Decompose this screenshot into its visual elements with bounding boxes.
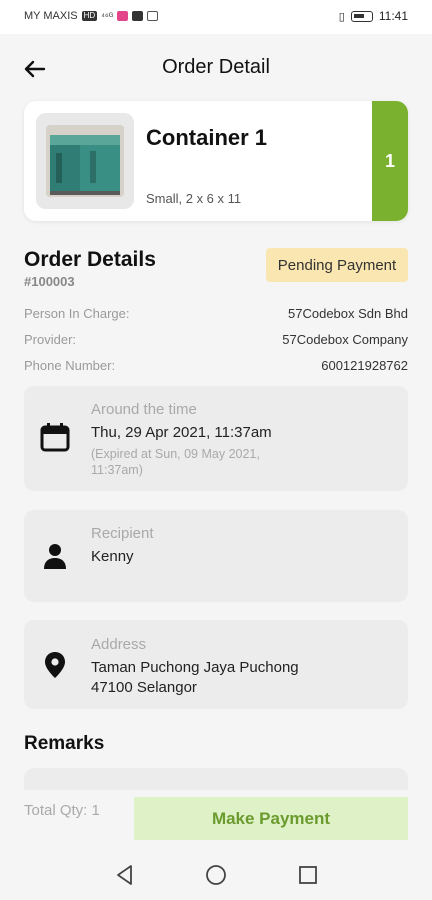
- address-box: Address Taman Puchong Jaya Puchong 47100…: [24, 620, 408, 709]
- battery-icon: [350, 10, 373, 22]
- signal-indicator: ⁴⁶ᴳ: [101, 11, 114, 21]
- person-in-charge-label: Person In Charge:: [24, 306, 130, 321]
- app-notification-icon: [117, 11, 129, 21]
- location-pin-icon: [40, 650, 70, 680]
- address-label: Address: [91, 636, 147, 653]
- hd-badge: HD: [81, 11, 98, 21]
- vibrate-icon: ▯: [338, 10, 345, 23]
- product-image: [36, 113, 134, 209]
- status-right: ▯ 11:41: [339, 9, 408, 23]
- order-number: #100003: [24, 274, 75, 289]
- system-navigation-bar: [0, 850, 432, 900]
- recipient-label: Recipient: [91, 525, 154, 542]
- address-line-2: 47100 Selangor: [91, 679, 197, 696]
- carrier-name: MY MAXIS: [24, 10, 78, 22]
- triangle-back-icon[interactable]: [112, 862, 138, 888]
- bottom-action-bar: Total Qty: 1 Make Payment: [0, 790, 432, 848]
- recipient-box: Recipient Kenny: [24, 510, 408, 602]
- square-recent-icon[interactable]: [295, 862, 321, 888]
- recipient-name: Kenny: [91, 548, 134, 565]
- person-icon: [40, 541, 70, 571]
- provider-label: Provider:: [24, 332, 77, 347]
- person-in-charge-value: 57Codebox Sdn Bhd: [288, 306, 408, 321]
- total-quantity: Total Qty: 1: [24, 802, 100, 819]
- clock: 11:41: [378, 9, 408, 23]
- product-card[interactable]: Container 1 Small, 2 x 6 x 11 1: [24, 101, 408, 221]
- provider-value: 57Codebox Company: [282, 332, 408, 347]
- circle-home-icon[interactable]: [203, 862, 229, 888]
- status-left: MY MAXIS HD ⁴⁶ᴳ: [24, 10, 159, 22]
- youtube-icon: [132, 11, 144, 21]
- status-bar: MY MAXIS HD ⁴⁶ᴳ ▯ 11:41: [0, 0, 432, 34]
- phone-number-label: Phone Number:: [24, 358, 116, 373]
- product-name: Container 1: [146, 125, 268, 150]
- order-details-title: Order Details: [24, 248, 156, 271]
- time-label: Around the time: [91, 401, 197, 418]
- address-line-1: Taman Puchong Jaya Puchong: [91, 659, 299, 676]
- time-expiry-note: (Expired at Sun, 09 May 2021, 11:37am): [91, 447, 260, 477]
- make-payment-button[interactable]: Make Payment: [134, 797, 408, 840]
- delivery-time-box: Around the time Thu, 29 Apr 2021, 11:37a…: [24, 386, 408, 491]
- calendar-icon: [40, 422, 70, 452]
- remarks-title: Remarks: [24, 733, 105, 754]
- messenger-icon: [147, 11, 159, 21]
- page-title: Order Detail: [162, 56, 270, 78]
- product-quantity-badge: 1: [372, 101, 408, 221]
- app-header: Order Detail: [0, 34, 432, 104]
- product-size: Small, 2 x 6 x 11: [146, 191, 242, 206]
- status-badge: Pending Payment: [266, 248, 408, 282]
- phone-number-value: 600121928762: [321, 358, 408, 373]
- time-value: Thu, 29 Apr 2021, 11:37am: [91, 424, 272, 441]
